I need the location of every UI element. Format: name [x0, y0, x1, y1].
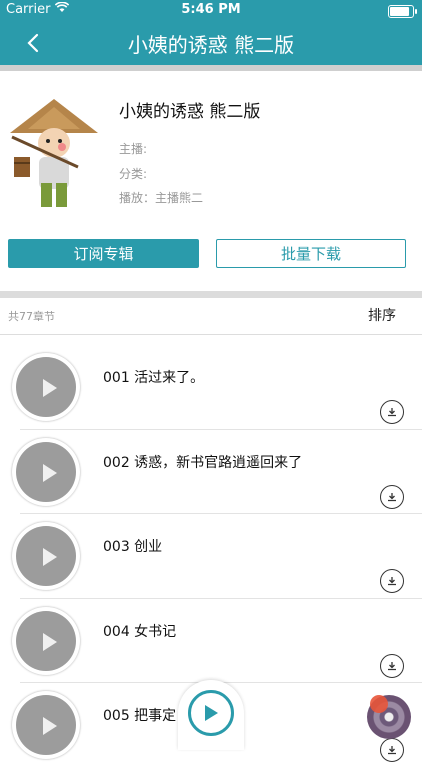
album-title: 小姨的诱惑 熊二版	[119, 102, 261, 122]
chapter-row[interactable]: 001 活过来了。	[0, 345, 422, 430]
chapter-title: 004 女书记	[103, 623, 177, 640]
chapter-count: 共77章节	[8, 310, 55, 323]
play-icon	[43, 717, 57, 735]
notification-dot	[370, 695, 388, 713]
category-label: 分类:	[119, 167, 148, 181]
list-header: 共77章节 排序	[0, 298, 422, 335]
batch-download-button[interactable]: 批量下载	[216, 239, 406, 268]
chapter-thumbnail[interactable]	[12, 437, 80, 506]
page-title: 小姨的诱惑 熊二版	[127, 33, 295, 57]
play-icon	[205, 705, 218, 721]
nav-bar: 小姨的诱惑 熊二版	[0, 20, 422, 65]
chapter-row[interactable]: 003 创业	[0, 514, 422, 599]
chapter-thumbnail[interactable]	[12, 691, 80, 759]
section-divider	[0, 291, 422, 298]
subscribe-button[interactable]: 订阅专辑	[8, 239, 199, 268]
download-icon[interactable]	[380, 738, 404, 762]
status-bar: Carrier 5:46 PM	[0, 0, 422, 20]
download-icon[interactable]	[380, 653, 404, 678]
chapter-title: 005 把事定	[103, 708, 177, 724]
album-header: 小姨的诱惑 熊二版 主播: 分类: 播放：主播熊二 订阅专辑 批量下载	[0, 71, 422, 291]
download-icon[interactable]	[380, 400, 404, 424]
host-label: 主播:	[119, 142, 148, 156]
chapter-title: 001 活过来了。	[103, 370, 205, 386]
album-cover-image[interactable]	[8, 85, 100, 213]
play-icon	[43, 463, 57, 482]
chapter-thumbnail[interactable]	[12, 606, 80, 675]
play-icon	[43, 632, 57, 651]
download-icon[interactable]	[380, 569, 404, 593]
sort-button[interactable]: 排序	[368, 305, 396, 325]
play-icon	[43, 379, 57, 397]
chapter-title: 002 诱惑，新书官路逍遥回来了	[103, 454, 303, 471]
chapter-row[interactable]: 004 女书记	[0, 599, 422, 683]
plays-label: 播放：主播熊二	[119, 191, 204, 205]
chapter-row[interactable]: 002 诱惑，新书官路逍遥回来了	[0, 430, 422, 514]
chapter-thumbnail[interactable]	[12, 522, 80, 590]
chapter-title: 003 创业	[103, 539, 163, 555]
battery-icon	[388, 5, 417, 18]
battery-fill	[390, 7, 409, 16]
chapter-thumbnail[interactable]	[12, 353, 80, 421]
play-icon	[43, 548, 57, 566]
download-icon[interactable]	[380, 484, 404, 509]
status-time: 5:46 PM	[181, 2, 241, 17]
play-button[interactable]	[188, 690, 234, 736]
